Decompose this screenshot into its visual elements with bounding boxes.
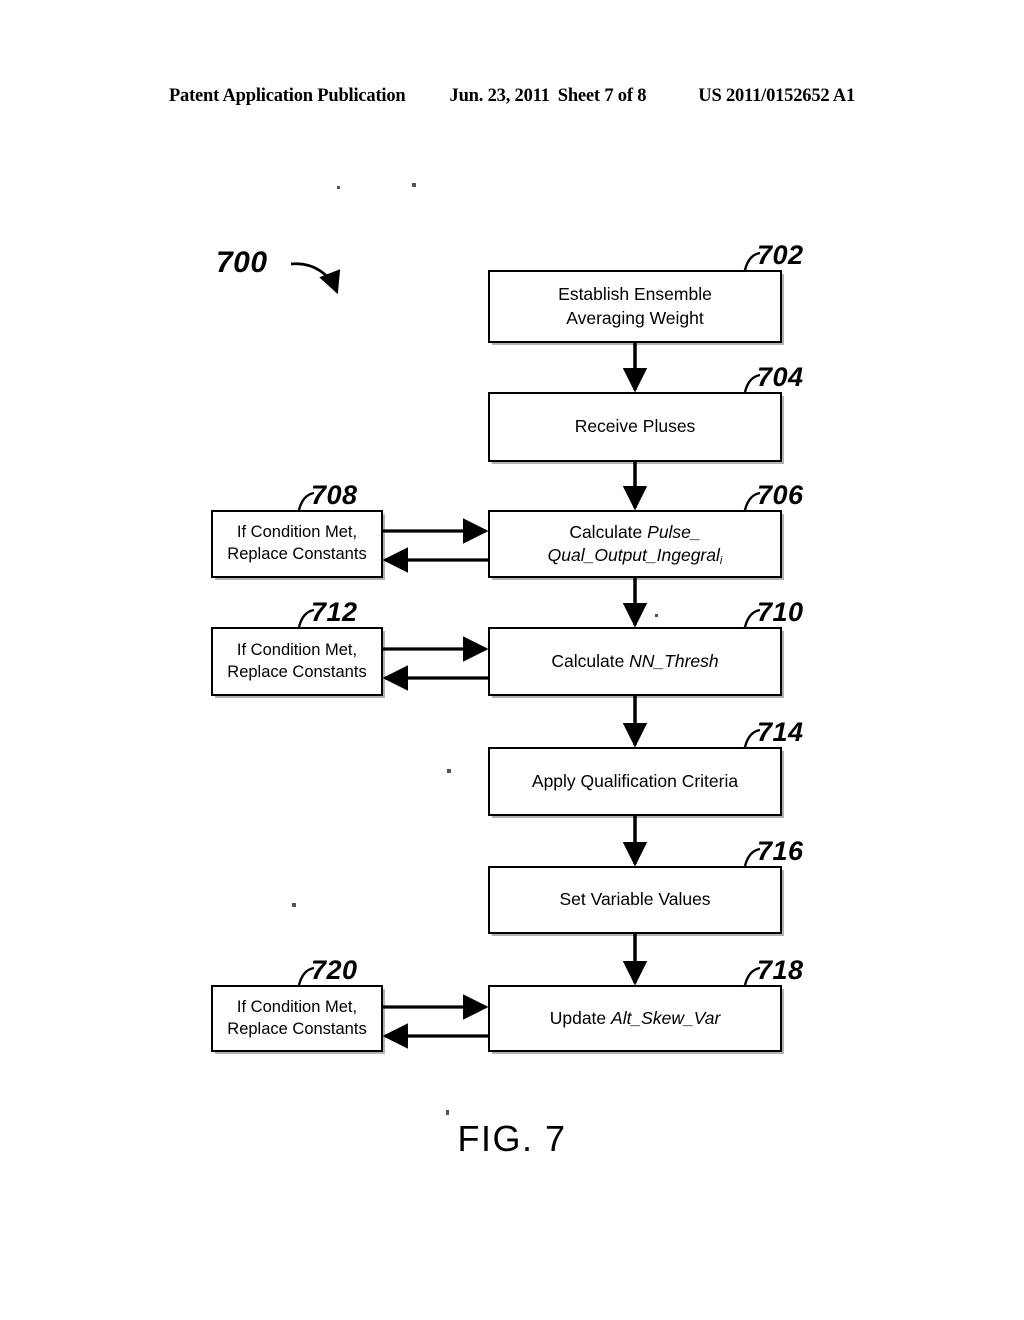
reference-numeral-700: 700	[216, 246, 268, 279]
process-box-708-label: If Condition Met, Replace Constants	[227, 523, 367, 563]
feedback-arrows-706-708	[382, 518, 489, 573]
process-box-712[interactable]: If Condition Met, Replace Constants	[211, 627, 383, 696]
process-box-720-label: If Condition Met, Replace Constants	[227, 997, 367, 1038]
reference-numeral-702: 702	[757, 240, 804, 270]
reference-numeral-706: 706	[757, 480, 804, 510]
process-box-706-label: Calculate Pulse_ Qual_Output_Ingegrali	[547, 521, 723, 567]
process-box-714[interactable]: Apply Qualification Criteria	[488, 747, 782, 816]
process-box-710[interactable]: Calculate NN_Thresh	[488, 627, 782, 696]
process-box-720[interactable]: If Condition Met, Replace Constants	[211, 985, 383, 1052]
process-box-718[interactable]: Update Alt_Skew_Var	[488, 985, 782, 1052]
process-box-716[interactable]: Set Variable Values	[488, 866, 782, 934]
process-box-702-label: Establish Ensemble Averaging Weight	[558, 284, 712, 328]
process-box-710-label: Calculate NN_Thresh	[551, 650, 719, 671]
reference-numeral-720: 720	[311, 955, 358, 985]
reference-numeral-712: 712	[311, 597, 358, 627]
process-box-714-label: Apply Qualification Criteria	[531, 770, 739, 791]
figure-caption: FIG. 7	[457, 1118, 567, 1159]
reference-numeral-716: 716	[757, 836, 804, 866]
process-box-716-label: Set Variable Values	[559, 889, 711, 910]
reference-numeral-710: 710	[757, 597, 804, 627]
reference-numeral-704: 704	[757, 362, 804, 392]
process-box-704[interactable]: Receive Pluses	[488, 392, 782, 462]
reference-numeral-714: 714	[757, 717, 804, 747]
process-box-702[interactable]: Establish Ensemble Averaging Weight	[488, 270, 782, 343]
process-box-708[interactable]: If Condition Met, Replace Constants	[211, 510, 383, 578]
process-box-704-label: Receive Pluses	[574, 416, 696, 437]
process-box-706[interactable]: Calculate Pulse_ Qual_Output_Ingegrali	[488, 510, 782, 578]
process-box-712-label: If Condition Met, Replace Constants	[227, 640, 367, 681]
reference-numeral-708: 708	[311, 480, 358, 510]
feedback-arrows-718-720	[382, 994, 489, 1049]
process-box-718-label: Update Alt_Skew_Var	[549, 1007, 721, 1028]
figure-ref-pointer-arrow	[290, 262, 341, 295]
reference-numeral-718: 718	[757, 955, 804, 985]
feedback-arrows-710-712	[382, 636, 489, 691]
